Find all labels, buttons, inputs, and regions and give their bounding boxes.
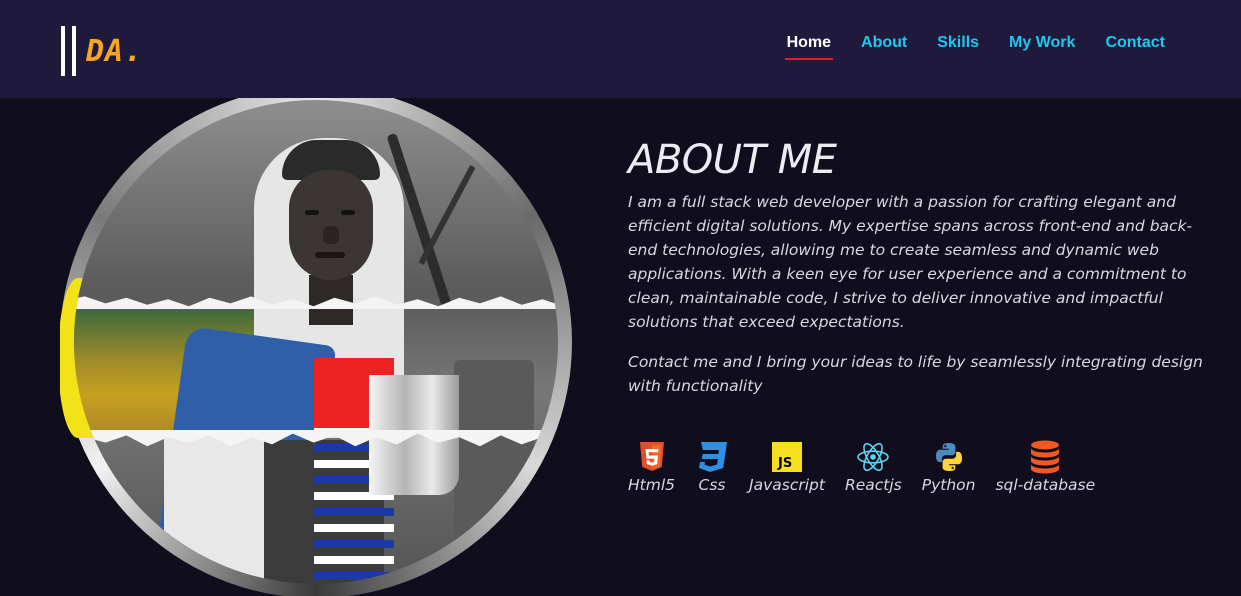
html5-icon — [638, 440, 666, 474]
database-icon — [1030, 440, 1060, 474]
nav-link-skills[interactable]: Skills — [937, 34, 979, 58]
react-icon — [856, 440, 890, 474]
about-title: ABOUT ME — [628, 137, 837, 183]
main-nav: Home About Skills My Work Contact — [757, 34, 1165, 60]
nav-link-home[interactable]: Home — [784, 34, 834, 60]
skill-python: Python — [921, 440, 976, 494]
photo-sleeve — [454, 360, 534, 560]
python-icon — [933, 440, 965, 474]
skill-javascript: JS Javascript — [749, 440, 825, 494]
skill-label: Reactjs — [844, 476, 902, 494]
skill-html5: Html5 — [628, 440, 675, 494]
site-logo[interactable]: DA. — [58, 26, 143, 76]
svg-text:JS: JS — [777, 456, 792, 471]
logo-text: DA. — [86, 33, 144, 69]
skill-sql-database: sql-database — [995, 440, 1095, 494]
about-contact-paragraph: Contact me and I bring your ideas to lif… — [628, 353, 1203, 395]
logo-bars-icon — [58, 26, 80, 76]
photo-image — [74, 100, 558, 584]
nav-link-about[interactable]: About — [861, 34, 907, 58]
about-paragraph: I am a full stack web developer with a p… — [628, 193, 1193, 331]
photo-branch — [418, 165, 476, 265]
skill-label: sql-database — [995, 476, 1096, 494]
about-section: ABOUT ME I am a full stack web developer… — [628, 136, 1208, 398]
skill-label: Css — [698, 476, 726, 494]
skill-label: Javascript — [749, 476, 825, 494]
skills-list: Html5 Css JS Javascript Reactjs Python s… — [628, 440, 1115, 494]
photo-jacket-white — [164, 430, 274, 584]
skill-css: Css — [695, 440, 729, 494]
profile-photo — [60, 98, 572, 596]
skill-label: Python — [921, 476, 976, 494]
navbar: DA. Home About Skills My Work Contact — [0, 0, 1241, 98]
nav-link-contact[interactable]: Contact — [1105, 34, 1165, 58]
javascript-icon: JS — [771, 440, 802, 474]
skill-label: Html5 — [628, 476, 675, 494]
css3-icon — [695, 440, 729, 474]
nav-link-my-work[interactable]: My Work — [1009, 34, 1075, 58]
skill-reactjs: Reactjs — [845, 440, 902, 494]
photo-face — [289, 170, 373, 280]
